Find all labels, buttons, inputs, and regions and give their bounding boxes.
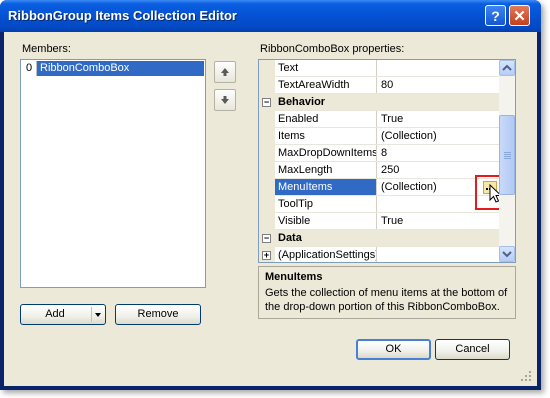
- property-name: MenuItems: [275, 179, 377, 195]
- members-label: Members:: [22, 43, 71, 55]
- property-row[interactable]: ToolTip: [259, 196, 499, 213]
- property-value[interactable]: 80: [378, 77, 499, 93]
- scroll-down-button[interactable]: [499, 246, 515, 262]
- property-row-selected[interactable]: MenuItems (Collection): [259, 179, 499, 196]
- arrow-up-icon: [221, 68, 229, 76]
- property-name: Visible: [275, 213, 377, 229]
- property-row[interactable]: Items (Collection): [259, 128, 499, 145]
- ok-button[interactable]: OK: [356, 339, 431, 360]
- expand-icon[interactable]: +: [262, 251, 271, 260]
- property-row[interactable]: TextAreaWidth 80: [259, 77, 499, 94]
- dialog-body: Members: 0 RibbonComboBox Add Remove Rib…: [4, 32, 537, 386]
- category-row[interactable]: − Data: [259, 230, 499, 247]
- editor-window: RibbonGroup Items Collection Editor ? ✕ …: [0, 0, 541, 390]
- property-row[interactable]: MaxDropDownItems 8: [259, 145, 499, 162]
- property-row[interactable]: MaxLength 250: [259, 162, 499, 179]
- close-button[interactable]: ✕: [509, 5, 530, 26]
- add-dropdown-icon[interactable]: [95, 313, 101, 317]
- property-value[interactable]: [378, 247, 499, 262]
- member-index: 0: [22, 61, 37, 76]
- property-value[interactable]: [378, 60, 499, 76]
- property-name: Items: [275, 128, 377, 144]
- scroll-thumb[interactable]: [499, 115, 515, 195]
- property-description-panel: MenuItems Gets the collection of menu it…: [258, 266, 516, 319]
- property-name: ToolTip: [275, 196, 377, 212]
- resize-grip-icon[interactable]: [520, 370, 532, 382]
- property-row[interactable]: + (ApplicationSettings): [259, 247, 499, 262]
- category-name: Data: [278, 232, 302, 244]
- property-value[interactable]: 8: [378, 145, 499, 161]
- chevron-up-icon: [502, 64, 512, 71]
- collapse-icon[interactable]: −: [262, 234, 271, 243]
- add-button-label: Add: [45, 308, 65, 320]
- property-name: MaxDropDownItems: [275, 145, 377, 161]
- category-row[interactable]: − Behavior: [259, 94, 499, 111]
- property-row[interactable]: Enabled True: [259, 111, 499, 128]
- property-name: MaxLength: [275, 162, 377, 178]
- remove-button[interactable]: Remove: [115, 304, 201, 325]
- title-bar[interactable]: RibbonGroup Items Collection Editor ? ✕: [0, 0, 541, 32]
- chevron-down-icon: [502, 251, 512, 258]
- list-item[interactable]: 0 RibbonComboBox: [22, 61, 204, 76]
- properties-label: RibbonComboBox properties:: [260, 43, 405, 55]
- property-value[interactable]: (Collection): [378, 128, 499, 144]
- add-button[interactable]: Add: [20, 304, 106, 325]
- property-row[interactable]: Text: [259, 60, 499, 77]
- member-name[interactable]: RibbonComboBox: [37, 61, 204, 76]
- property-row[interactable]: Visible True: [259, 213, 499, 230]
- property-name: (ApplicationSettings): [275, 247, 377, 262]
- description-text: Gets the collection of menu items at the…: [265, 287, 508, 313]
- arrow-down-icon: [221, 96, 229, 104]
- scroll-up-button[interactable]: [499, 60, 515, 76]
- property-name: Enabled: [275, 111, 377, 127]
- members-list[interactable]: 0 RibbonComboBox: [20, 59, 206, 288]
- property-name: Text: [275, 60, 377, 76]
- vertical-scrollbar[interactable]: [499, 60, 515, 262]
- window-title: RibbonGroup Items Collection Editor: [8, 8, 237, 23]
- description-title: MenuItems: [265, 271, 323, 283]
- cancel-button[interactable]: Cancel: [435, 339, 510, 360]
- property-grid[interactable]: Text TextAreaWidth 80 − Behavior Enabled…: [258, 59, 516, 263]
- property-name: TextAreaWidth: [275, 77, 377, 93]
- collapse-icon[interactable]: −: [262, 98, 271, 107]
- move-up-button[interactable]: [214, 61, 236, 83]
- move-down-button[interactable]: [214, 89, 236, 111]
- help-button[interactable]: ?: [485, 5, 506, 26]
- add-button-divider: [91, 307, 92, 322]
- category-name: Behavior: [278, 96, 326, 108]
- property-value[interactable]: True: [378, 111, 499, 127]
- property-value[interactable]: True: [378, 213, 499, 229]
